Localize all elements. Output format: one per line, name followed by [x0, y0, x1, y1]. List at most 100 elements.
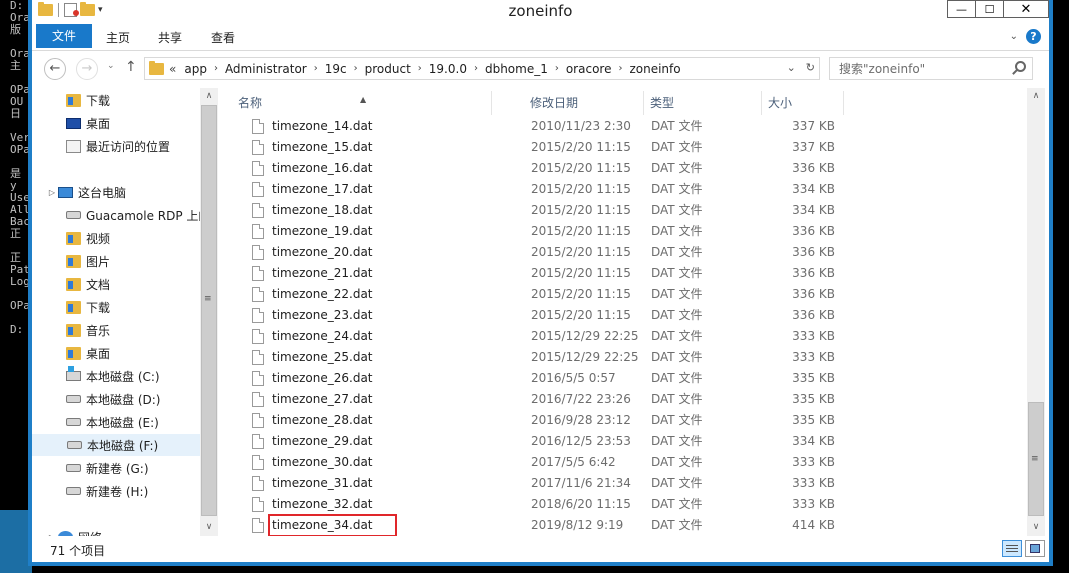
breadcrumb-item[interactable]: Administrator	[225, 62, 307, 76]
column-date-header[interactable]: 修改日期	[524, 91, 644, 115]
sidebar-item[interactable]: ▷ 这台电脑	[32, 181, 200, 203]
large-icons-view-button[interactable]	[1025, 540, 1045, 557]
file-name: timezone_22.dat	[272, 287, 373, 301]
column-name-header[interactable]: 名称 ▲	[232, 91, 492, 115]
breadcrumb-separator-icon[interactable]: ›	[314, 63, 318, 74]
file-date: 2017/11/6 21:34	[531, 476, 631, 490]
tab-file[interactable]: 文件	[36, 24, 92, 48]
tab-share[interactable]: 共享	[158, 28, 182, 51]
file-icon	[252, 287, 264, 302]
file-row[interactable]: timezone_30.dat 2017/5/5 6:42 DAT 文件 333 KB	[232, 452, 844, 473]
sidebar-item[interactable]: 视频	[32, 227, 200, 249]
sidebar-item[interactable]: 本地磁盘 (C:)	[32, 365, 200, 387]
file-scroll-down-icon[interactable]: ∨	[1027, 519, 1045, 536]
sidebar-item[interactable]: Guacamole RDP 上的	[32, 204, 200, 226]
file-icon	[252, 476, 264, 491]
sidebar-item[interactable]: 本地磁盘 (E:)	[32, 411, 200, 433]
sidebar-item[interactable]: 下载	[32, 296, 200, 318]
scroll-down-icon[interactable]: ∨	[200, 519, 218, 536]
breadcrumb-separator-icon[interactable]: ›	[474, 63, 478, 74]
up-button[interactable]: ↑	[125, 59, 137, 75]
file-scroll-up-icon[interactable]: ∧	[1027, 88, 1045, 105]
file-row[interactable]: timezone_31.dat 2017/11/6 21:34 DAT 文件 333 …	[232, 473, 844, 494]
file-row[interactable]: timezone_16.dat 2015/2/20 11:15 DAT 文件 336 …	[232, 158, 844, 179]
file-type: DAT 文件	[651, 413, 703, 427]
address-dropdown-icon[interactable]: ⌄	[787, 61, 796, 74]
file-row[interactable]: timezone_21.dat 2015/2/20 11:15 DAT 文件 336 …	[232, 263, 844, 284]
sidebar-item[interactable]: 新建卷 (G:)	[32, 457, 200, 479]
forward-button[interactable]: →	[76, 58, 98, 80]
breadcrumb-separator-icon[interactable]: ›	[354, 63, 358, 74]
file-row[interactable]: timezone_27.dat 2016/7/22 23:26 DAT 文件 335 …	[232, 389, 844, 410]
breadcrumb-item[interactable]: oracore	[566, 62, 612, 76]
file-icon	[252, 308, 264, 323]
file-row[interactable]: timezone_32.dat 2018/6/20 11:15 DAT 文件 333 …	[232, 494, 844, 515]
breadcrumb-item[interactable]: product	[365, 62, 411, 76]
nav-pane-scrollbar[interactable]: ∧ ≡ ∨	[200, 88, 218, 536]
refresh-icon[interactable]: ↻	[806, 61, 815, 74]
file-name: timezone_26.dat	[272, 371, 373, 385]
file-row[interactable]: timezone_25.dat 2015/12/29 22:25 DAT 文件 333…	[232, 347, 844, 368]
close-button[interactable]: ✕	[1003, 0, 1049, 18]
file-row[interactable]: timezone_29.dat 2016/12/5 23:53 DAT 文件 334 …	[232, 431, 844, 452]
drive-icon	[66, 395, 81, 403]
file-row[interactable]: timezone_17.dat 2015/2/20 11:15 DAT 文件 334 …	[232, 179, 844, 200]
minimize-button[interactable]: —	[947, 0, 975, 18]
file-row[interactable]: timezone_15.dat 2015/2/20 11:15 DAT 文件 337 …	[232, 137, 844, 158]
sidebar-item[interactable]: 下载	[32, 89, 200, 111]
breadcrumb-overflow-icon[interactable]: «	[169, 62, 176, 76]
tab-home[interactable]: 主页	[106, 28, 130, 51]
file-row[interactable]: timezone_24.dat 2015/12/29 22:25 DAT 文件 333…	[232, 326, 844, 347]
sidebar-item[interactable]: 文档	[32, 273, 200, 295]
breadcrumb-separator-icon[interactable]: ›	[555, 63, 559, 74]
sidebar-item[interactable]: 最近访问的位置	[32, 135, 200, 157]
file-row[interactable]: timezone_20.dat 2015/2/20 11:15 DAT 文件 336 …	[232, 242, 844, 263]
maximize-button[interactable]: ☐	[975, 0, 1003, 18]
ribbon-expand-icon[interactable]: ⌄	[1010, 31, 1018, 42]
breadcrumb-item[interactable]: zoneinfo	[629, 62, 680, 76]
help-icon[interactable]: ?	[1026, 29, 1041, 44]
file-row[interactable]: timezone_22.dat 2015/2/20 11:15 DAT 文件 336 …	[232, 284, 844, 305]
sidebar-item[interactable]: 图片	[32, 250, 200, 272]
file-icon	[252, 182, 264, 197]
file-row[interactable]: timezone_18.dat 2015/2/20 11:15 DAT 文件 334 …	[232, 200, 844, 221]
nav-pane-scroll-thumb[interactable]	[201, 105, 217, 516]
expand-icon[interactable]: ▷	[46, 188, 58, 197]
sidebar-item[interactable]: ▷网络	[32, 526, 200, 536]
file-row[interactable]: timezone_23.dat 2015/2/20 11:15 DAT 文件 336 …	[232, 305, 844, 326]
sidebar-item[interactable]: 桌面	[32, 112, 200, 134]
drive-icon	[66, 464, 81, 472]
file-row[interactable]: timezone_19.dat 2015/2/20 11:15 DAT 文件 336 …	[232, 221, 844, 242]
file-row[interactable]: timezone_28.dat 2016/9/28 23:12 DAT 文件 335 …	[232, 410, 844, 431]
file-name: timezone_14.dat	[272, 119, 373, 133]
breadcrumb-separator-icon[interactable]: ›	[418, 63, 422, 74]
back-button[interactable]: ←	[44, 58, 66, 80]
sidebar-item[interactable]: 本地磁盘 (F:)	[32, 434, 200, 456]
column-type-header[interactable]: 类型	[644, 91, 762, 115]
recent-locations-icon[interactable]: ⌄	[107, 61, 115, 71]
breadcrumb-item[interactable]: 19c	[325, 62, 347, 76]
breadcrumb-item[interactable]: dbhome_1	[485, 62, 548, 76]
file-date: 2015/2/20 11:15	[531, 266, 631, 280]
details-view-button[interactable]	[1002, 540, 1022, 557]
file-date: 2015/2/20 11:15	[531, 287, 631, 301]
scroll-up-icon[interactable]: ∧	[200, 88, 218, 105]
file-icon	[252, 161, 264, 176]
sidebar-item[interactable]: 音乐	[32, 319, 200, 341]
breadcrumb-item[interactable]: 19.0.0	[429, 62, 467, 76]
column-size-header[interactable]: 大小	[762, 91, 844, 115]
drive-icon	[66, 418, 81, 426]
search-input[interactable]	[830, 58, 1010, 79]
breadcrumb-separator-icon[interactable]: ›	[618, 63, 622, 74]
sidebar-item[interactable]: 新建卷 (H:)	[32, 480, 200, 502]
address-bar[interactable]: « app › Administrator › 19c › product › 19.0.0 › d…	[144, 57, 820, 80]
breadcrumb-separator-icon[interactable]: ›	[214, 63, 218, 74]
breadcrumb-item[interactable]: app	[184, 62, 207, 76]
tab-view[interactable]: 查看	[211, 28, 235, 51]
file-row[interactable]: timezone_26.dat 2016/5/5 0:57 DAT 文件 335 KB	[232, 368, 844, 389]
sidebar-item[interactable]: 本地磁盘 (D:)	[32, 388, 200, 410]
file-row[interactable]: timezone_14.dat 2010/11/23 2:30 DAT 文件 337 …	[232, 116, 844, 137]
search-icon[interactable]	[1015, 61, 1026, 72]
sidebar-item[interactable]: 桌面	[32, 342, 200, 364]
file-list-scrollbar[interactable]: ∧ ≡ ∨	[1027, 88, 1045, 536]
